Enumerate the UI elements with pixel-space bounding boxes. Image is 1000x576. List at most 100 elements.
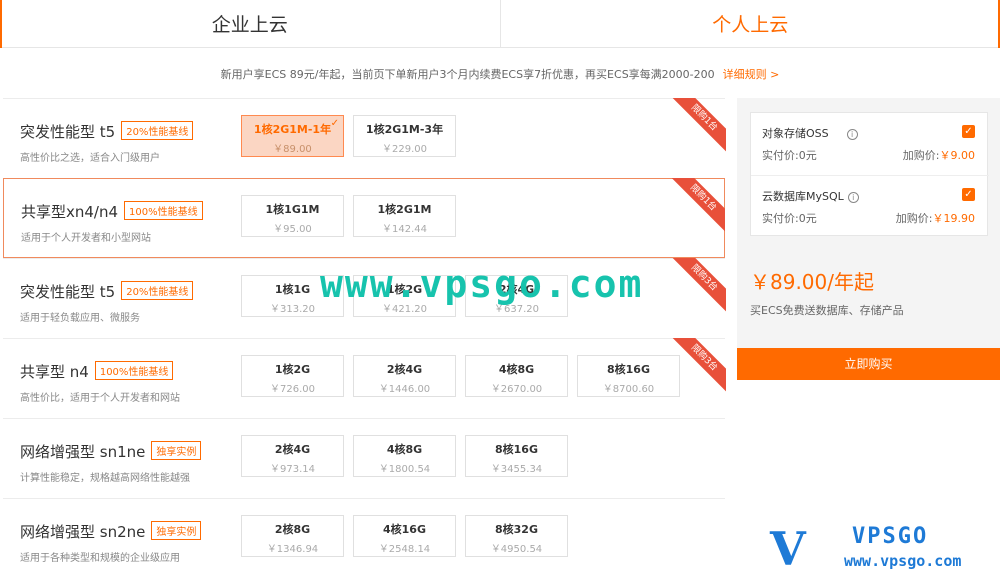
logo-mark: V xyxy=(770,522,806,576)
option-label: 8核16G xyxy=(607,363,650,376)
option-label: 1核2G xyxy=(274,363,311,376)
ribbon-text: 限购1台 xyxy=(670,98,726,152)
info-icon[interactable]: i xyxy=(847,192,859,203)
option-price: ￥1800.54 xyxy=(378,464,431,475)
ribbon-text: 限购3台 xyxy=(670,258,726,312)
tab-personal-cloud[interactable]: 个人上云 xyxy=(500,0,1000,48)
plan-option[interactable]: 1核2G ￥726.00 xyxy=(241,355,344,397)
plan-title: 共享型xn4/n4 xyxy=(21,203,119,221)
option-label: 8核16G xyxy=(495,443,538,456)
plan-name: 突发性能型 t5 20%性能基线 xyxy=(20,281,194,302)
plan-option[interactable]: 8核32G ￥4950.54 xyxy=(465,515,568,557)
logo-wordmark: VPSGO xyxy=(852,524,929,549)
tab-enterprise-cloud[interactable]: 企业上云 xyxy=(0,0,500,48)
real-price-value: 0元 xyxy=(798,212,817,225)
plan-name: 网络增强型 sn1ne 独享实例 xyxy=(20,441,202,462)
total-subtext: 买ECS免费送数据库、存储产品 xyxy=(750,304,904,317)
plan-option[interactable]: 1核1G1M ￥95.00 xyxy=(241,195,344,237)
rules-link[interactable]: 详细规则 > xyxy=(723,68,780,81)
addon-real-price: 实付价:0元 xyxy=(762,210,817,226)
buy-price-value: ￥19.90 xyxy=(932,212,976,225)
plan-title: 突发性能型 t5 xyxy=(20,283,116,301)
plan-option[interactable]: 4核8G ￥2670.00 xyxy=(465,355,568,397)
addon-checkbox[interactable]: ✓ xyxy=(962,125,975,138)
plan-option[interactable]: 1核2G1M-3年 ￥229.00 xyxy=(353,115,456,157)
watermark-text: www.vpsgo.com xyxy=(320,262,644,306)
addon-title: 云数据库MySQL xyxy=(762,190,844,203)
plan-title: 共享型 n4 xyxy=(20,363,89,381)
option-label: 4核8G xyxy=(498,363,535,376)
option-price: ￥2548.14 xyxy=(378,544,431,555)
plan-desc: 适用于各种类型和规模的企业级应用 xyxy=(20,553,180,564)
addon-item: 对象存储OSS i ✓ 实付价:0元 加购价:￥9.00 xyxy=(751,113,989,175)
addon-checkbox[interactable]: ✓ xyxy=(962,188,975,201)
plan-badge: 20%性能基线 xyxy=(121,281,194,300)
addon-box: 对象存储OSS i ✓ 实付价:0元 加购价:￥9.00 云数据库MySQL i ✓… xyxy=(750,112,989,237)
buy-price-label: 加购价: xyxy=(895,212,933,225)
option-price: ￥3455.34 xyxy=(490,464,543,475)
option-price: ￥229.00 xyxy=(382,144,427,155)
plan-option[interactable]: 2核8G ￥1346.94 xyxy=(241,515,344,557)
promo-banner: 新用户享ECS 89元/年起，当前页下单新用户3个月内续费ECS享7折优惠，再买… xyxy=(0,66,1000,82)
info-icon[interactable]: i xyxy=(846,129,858,140)
option-label: 1核1G1M xyxy=(265,203,320,216)
option-price: ￥89.00 xyxy=(273,144,312,155)
plan-badge: 独享实例 xyxy=(151,441,202,460)
option-price: ￥95.00 xyxy=(273,224,312,235)
plan-badge: 20%性能基线 xyxy=(121,121,194,140)
option-price: ￥973.14 xyxy=(270,464,315,475)
plan-option[interactable]: 1核2G1M-1年 ￥89.00 ✓ xyxy=(241,115,344,157)
plan-option[interactable]: 4核8G ￥1800.54 xyxy=(353,435,456,477)
addon-title: 对象存储OSS xyxy=(762,127,829,140)
option-price: ￥4950.54 xyxy=(490,544,543,555)
option-label: 1核2G1M xyxy=(377,203,432,216)
limit-ribbon: 限购3台 xyxy=(670,338,726,394)
option-price: ￥2670.00 xyxy=(490,384,543,395)
plan-option[interactable]: 2核4G ￥973.14 xyxy=(241,435,344,477)
plan-badge: 100%性能基线 xyxy=(94,361,174,380)
addon-real-price: 实付价:0元 xyxy=(762,147,817,163)
real-price-value: 0元 xyxy=(798,149,817,162)
plan-option[interactable]: 8核16G ￥8700.60 xyxy=(577,355,680,397)
plan-name: 共享型xn4/n4 100%性能基线 xyxy=(21,201,203,222)
addon-name: 云数据库MySQL i xyxy=(762,188,859,204)
check-icon: ✓ xyxy=(330,118,339,129)
plan-option[interactable]: 2核4G ￥1446.00 xyxy=(353,355,456,397)
plan-list: 突发性能型 t5 20%性能基线 高性价比之选，适合入门级用户 1核2G1M-1年… xyxy=(3,98,726,576)
plan-desc: 高性价比，适用于个人开发者和网站 xyxy=(20,393,180,404)
option-price: ￥8700.60 xyxy=(602,384,655,395)
total-price: ￥89.00/年起 xyxy=(750,270,874,294)
plan-desc: 高性价比之选，适合入门级用户 xyxy=(20,153,160,164)
tab-bar: 企业上云 个人上云 xyxy=(0,0,1000,48)
plan-title: 网络增强型 sn2ne xyxy=(20,523,146,541)
plan-desc: 计算性能稳定，规格越高网络性能越强 xyxy=(20,473,190,484)
plan-name: 网络增强型 sn2ne 独享实例 xyxy=(20,521,202,542)
plan-option[interactable]: 4核16G ￥2548.14 xyxy=(353,515,456,557)
plan-option[interactable]: 1核2G1M ￥142.44 xyxy=(353,195,456,237)
plan-desc: 适用于轻负载应用、微服务 xyxy=(20,313,140,324)
option-price: ￥726.00 xyxy=(270,384,315,395)
plan-option[interactable]: 8核16G ￥3455.34 xyxy=(465,435,568,477)
limit-ribbon: 限购3台 xyxy=(670,258,726,314)
buy-price-label: 加购价: xyxy=(902,149,940,162)
logo-url: www.vpsgo.com xyxy=(844,552,962,570)
ribbon-text: 限购3台 xyxy=(670,338,726,392)
option-price: ￥1346.94 xyxy=(266,544,319,555)
plan-name: 突发性能型 t5 20%性能基线 xyxy=(20,121,194,142)
addon-buy-price: 加购价:￥9.00 xyxy=(903,147,975,163)
real-price-label: 实付价: xyxy=(762,212,799,225)
option-price: ￥1446.00 xyxy=(378,384,431,395)
plan-title: 突发性能型 t5 xyxy=(20,123,116,141)
promo-text: 新用户享ECS 89元/年起，当前页下单新用户3个月内续费ECS享7折优惠，再买… xyxy=(220,68,715,81)
plan-row: 网络增强型 sn2ne 独享实例 适用于各种类型和规模的企业级应用 2核8G ￥1… xyxy=(3,498,725,576)
plan-row: 网络增强型 sn1ne 独享实例 计算性能稳定，规格越高网络性能越强 2核4G ￥… xyxy=(3,418,725,498)
left-edge-accent xyxy=(0,0,2,48)
option-label: 2核4G xyxy=(386,363,423,376)
order-summary-panel: 对象存储OSS i ✓ 实付价:0元 加购价:￥9.00 云数据库MySQL i ✓… xyxy=(737,98,1000,378)
buy-now-button[interactable]: 立即购买 xyxy=(737,348,1000,380)
limit-ribbon: 限购1台 xyxy=(669,178,725,234)
option-label: 4核16G xyxy=(383,523,426,536)
plan-row: 共享型 n4 100%性能基线 高性价比，适用于个人开发者和网站 1核2G ￥72… xyxy=(3,338,726,418)
vpsgo-logo: V VPSGO www.vpsgo.com xyxy=(770,522,990,576)
addon-item: 云数据库MySQL i ✓ 实付价:0元 加购价:￥19.90 xyxy=(751,175,989,237)
